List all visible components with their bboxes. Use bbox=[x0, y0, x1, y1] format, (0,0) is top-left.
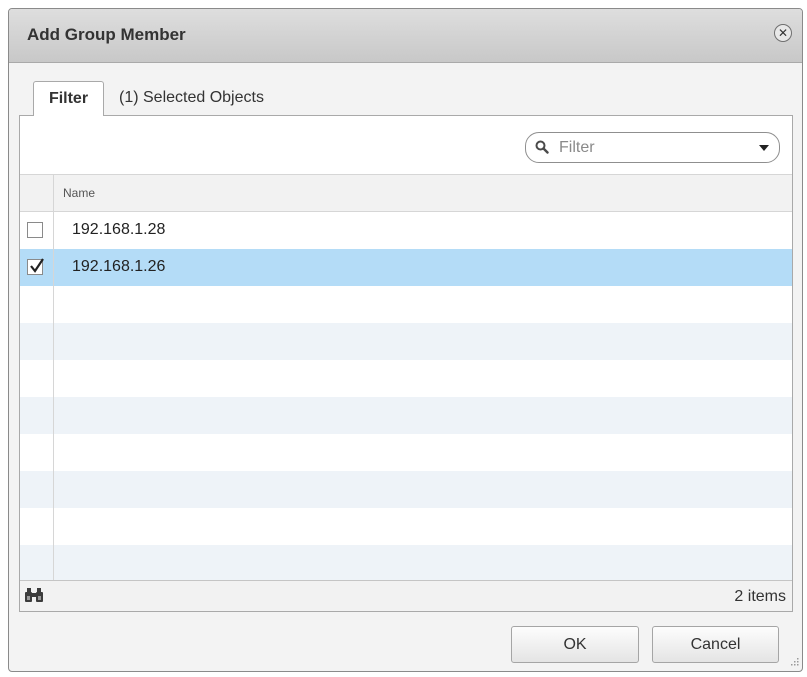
check-cell bbox=[20, 471, 54, 508]
check-cell bbox=[20, 508, 54, 545]
check-cell bbox=[20, 545, 54, 581]
cell-name: 192.168.1.26 bbox=[72, 258, 166, 275]
tab-strip: Filter (1) Selected Objects bbox=[9, 63, 802, 116]
empty-row bbox=[20, 286, 792, 323]
table-row[interactable]: 192.168.1.28 bbox=[20, 212, 792, 249]
filter-input[interactable]: Filter bbox=[525, 132, 780, 163]
add-group-member-dialog: Add Group Member ✕ Filter (1) Selected O… bbox=[8, 8, 803, 672]
column-header-name[interactable]: Name bbox=[63, 186, 95, 200]
check-cell bbox=[20, 323, 54, 360]
check-cell bbox=[20, 360, 54, 397]
empty-row bbox=[20, 397, 792, 434]
dialog-titlebar[interactable]: Add Group Member ✕ bbox=[9, 9, 802, 63]
chevron-down-icon[interactable] bbox=[759, 145, 769, 151]
empty-row bbox=[20, 434, 792, 471]
check-column-header bbox=[20, 175, 54, 211]
close-icon[interactable]: ✕ bbox=[774, 24, 792, 42]
row-checkbox[interactable] bbox=[27, 258, 44, 275]
filter-placeholder: Filter bbox=[559, 139, 595, 156]
tab-filter[interactable]: Filter bbox=[33, 81, 104, 116]
cancel-button[interactable]: Cancel bbox=[652, 626, 779, 663]
grid-footer: 2 items bbox=[20, 580, 792, 611]
ok-button[interactable]: OK bbox=[511, 626, 639, 663]
binoculars-icon[interactable] bbox=[24, 587, 44, 603]
dialog-title: Add Group Member bbox=[27, 25, 186, 44]
check-cell bbox=[20, 434, 54, 471]
filter-bar: Filter bbox=[20, 116, 792, 174]
search-icon bbox=[535, 140, 549, 154]
resize-grip-icon[interactable] bbox=[788, 657, 799, 668]
cell-name: 192.168.1.28 bbox=[72, 221, 166, 238]
item-count: 2 items bbox=[734, 588, 786, 605]
check-cell bbox=[20, 286, 54, 323]
empty-row bbox=[20, 323, 792, 360]
filter-panel: Filter Name 192.168.1.28 192.168.1.26 2 … bbox=[19, 115, 793, 612]
row-checkbox[interactable] bbox=[27, 222, 43, 238]
check-cell bbox=[20, 249, 54, 286]
empty-row bbox=[20, 360, 792, 397]
tab-selected-objects[interactable]: (1) Selected Objects bbox=[109, 81, 274, 116]
check-cell bbox=[20, 212, 54, 249]
grid-header: Name bbox=[20, 174, 792, 212]
checkmark-icon bbox=[30, 258, 44, 273]
empty-row bbox=[20, 508, 792, 545]
members-grid: Name 192.168.1.28 192.168.1.26 bbox=[20, 174, 792, 581]
empty-row bbox=[20, 471, 792, 508]
table-row[interactable]: 192.168.1.26 bbox=[20, 249, 792, 286]
check-cell bbox=[20, 397, 54, 434]
empty-row bbox=[20, 545, 792, 581]
